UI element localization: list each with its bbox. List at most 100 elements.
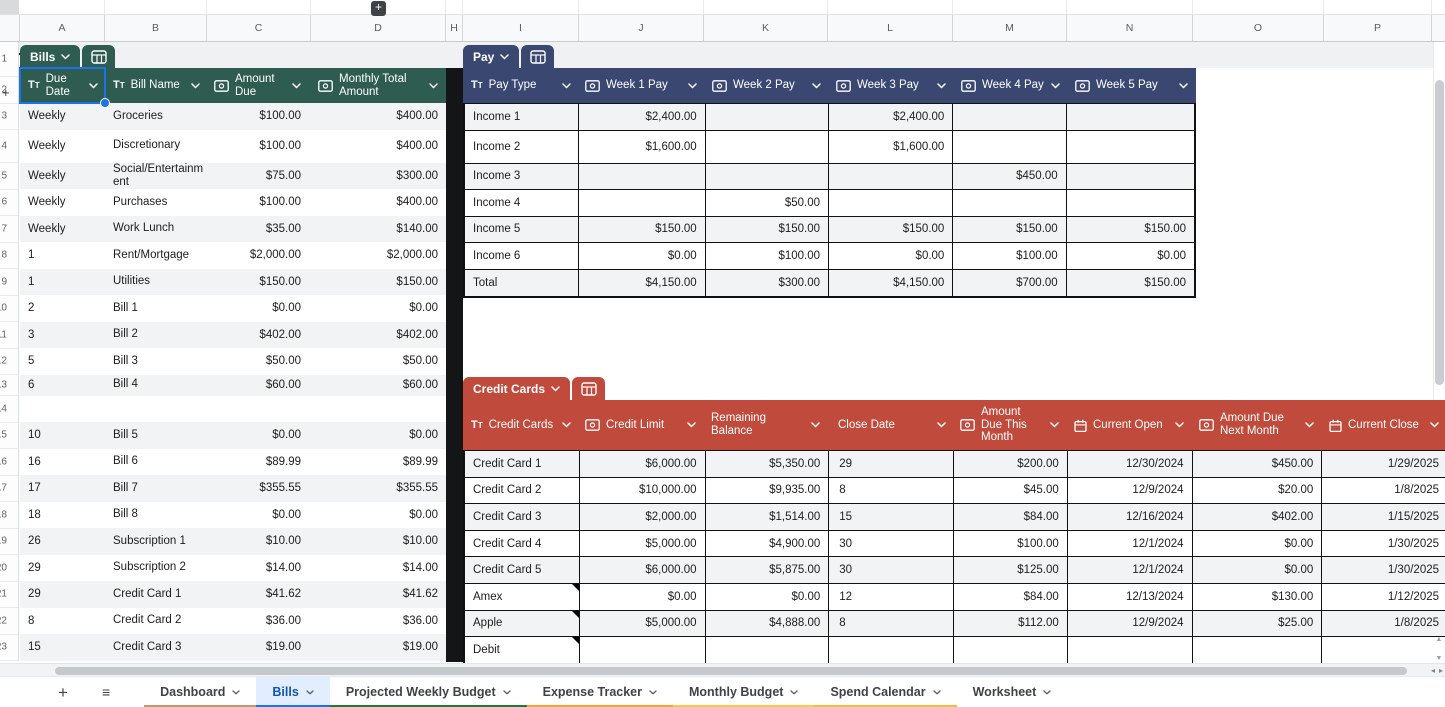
cell-bill-name[interactable]: Social/Entertainment	[105, 163, 207, 190]
cell-week4[interactable]: $100.00	[953, 243, 1066, 269]
cell-current-open[interactable]: 12/16/2024	[1068, 504, 1193, 530]
cell-card-name[interactable]: Credit Card 3	[465, 504, 580, 530]
cell-week4[interactable]: $150.00	[953, 217, 1066, 243]
cell-credit-limit[interactable]: $2,000.00	[580, 504, 706, 530]
cell-current-close[interactable]: 1/8/2025	[1322, 478, 1445, 504]
cell-current-open[interactable]: 12/9/2024	[1068, 611, 1193, 637]
column-header[interactable]: J	[579, 15, 704, 42]
cell-bill-name[interactable]: Credit Card 1	[105, 581, 207, 608]
cell-remaining-balance[interactable]: $0.00	[706, 584, 830, 610]
cell-amount-due[interactable]: $14.00	[207, 555, 311, 582]
chevron-down-icon[interactable]	[1305, 422, 1314, 428]
cell-monthly-total[interactable]: $400.00	[311, 189, 446, 216]
column-header[interactable]: M	[953, 15, 1067, 42]
cell-amount-due[interactable]: $355.55	[207, 475, 311, 502]
cell-amount-due[interactable]: $19.00	[207, 634, 311, 661]
cell-monthly-total[interactable]: $36.00	[311, 608, 446, 635]
column-header[interactable]: N	[1067, 15, 1193, 42]
cell-amount-due[interactable]	[207, 396, 311, 423]
cell-pay-type[interactable]: Income 3	[465, 164, 579, 190]
chevron-down-icon[interactable]	[937, 422, 946, 428]
cell-bill-name[interactable]: Groceries	[105, 103, 207, 130]
cell-amount-due[interactable]: $36.00	[207, 608, 311, 635]
chevron-down-icon[interactable]	[1051, 83, 1060, 89]
cell-close-date[interactable]: 29	[829, 451, 954, 477]
chevron-down-icon[interactable]	[649, 690, 657, 695]
cell-amount-due-this-month[interactable]: $45.00	[954, 478, 1068, 504]
cell-pay-type[interactable]: Income 5	[465, 217, 579, 243]
horizontal-scrollbar[interactable]: ◂▸	[0, 663, 1445, 676]
cell-week3[interactable]: $1,600.00	[829, 131, 953, 163]
chevron-down-icon[interactable]	[61, 54, 70, 60]
cell-current-close[interactable]	[1322, 637, 1445, 664]
cell-due-date[interactable]: 3	[20, 322, 105, 349]
cell-amount-due[interactable]: $89.99	[207, 449, 311, 476]
cell-amount-due[interactable]: $402.00	[207, 322, 311, 349]
cell-amount-due-next-month[interactable]: $20.00	[1193, 478, 1323, 504]
cell-amount-due[interactable]: $41.62	[207, 581, 311, 608]
chevron-down-icon[interactable]	[429, 83, 438, 89]
cell-due-date[interactable]: Weekly	[20, 103, 105, 130]
cell-pay-type[interactable]: Income 6	[465, 243, 579, 269]
credit-cards-table-chip[interactable]: Credit Cards	[463, 377, 605, 400]
cell-amount-due[interactable]: $50.00	[207, 348, 311, 375]
cell-amount-due[interactable]: $100.00	[207, 103, 311, 130]
add-row-icon[interactable]: +	[2, 85, 10, 100]
cell-amount-due-this-month[interactable]: $100.00	[954, 531, 1068, 557]
cell-monthly-total[interactable]: $0.00	[311, 295, 446, 322]
row-header[interactable]: 23	[0, 635, 18, 662]
cell-amount-due[interactable]: $150.00	[207, 269, 311, 296]
cell-amount-due[interactable]: $35.00	[207, 216, 311, 243]
cell-amount-due[interactable]: $100.00	[207, 189, 311, 216]
cell-current-close[interactable]: 1/8/2025	[1322, 611, 1445, 637]
chevron-down-icon[interactable]	[1175, 422, 1184, 428]
column-headers[interactable]: ABCDHIJKLMNOP	[0, 15, 1445, 42]
cell-week3[interactable]	[829, 190, 953, 216]
cell-week2[interactable]: $50.00	[706, 190, 829, 216]
cell-monthly-total[interactable]: $400.00	[311, 130, 446, 163]
all-sheets-menu-button[interactable]: ≡	[102, 685, 110, 699]
sheet-tab[interactable]: Worksheet	[957, 677, 1068, 707]
column-header[interactable]: B	[105, 15, 207, 42]
chevron-down-icon[interactable]	[292, 83, 301, 89]
cell-remaining-balance[interactable]: $1,514.00	[706, 504, 830, 530]
cell-monthly-total[interactable]: $60.00	[311, 375, 446, 396]
row-header[interactable]: 21	[0, 582, 18, 609]
cell-amount-due[interactable]: $0.00	[207, 422, 311, 449]
cell-pay-type[interactable]: Income 4	[465, 190, 579, 216]
cell-due-date[interactable]: Weekly	[20, 163, 105, 190]
cell-week4[interactable]: $700.00	[953, 270, 1066, 297]
cell-due-date[interactable]: 1	[20, 269, 105, 296]
cell-credit-limit[interactable]: $10,000.00	[580, 478, 706, 504]
cell-close-date[interactable]: 8	[829, 611, 954, 637]
column-header[interactable]: O	[1193, 15, 1324, 42]
chevron-down-icon[interactable]	[790, 690, 798, 695]
cell-week3[interactable]	[829, 164, 953, 190]
cell-monthly-total[interactable]: $14.00	[311, 555, 446, 582]
column-header[interactable]: I	[463, 15, 579, 42]
cell-bill-name[interactable]: Discretionary	[105, 130, 207, 163]
row-header[interactable]: 3	[0, 104, 18, 131]
cell-pay-type[interactable]: Income 1	[465, 104, 579, 130]
cell-bill-name[interactable]: Bill 6	[105, 449, 207, 476]
cell-week2[interactable]: $300.00	[706, 270, 829, 297]
column-header[interactable]: A	[20, 15, 105, 42]
cell-monthly-total[interactable]: $355.55	[311, 475, 446, 502]
cell-current-close[interactable]: 1/30/2025	[1322, 557, 1445, 583]
chevron-down-icon[interactable]	[937, 83, 946, 89]
chevron-down-icon[interactable]	[687, 422, 696, 428]
bills-col-due-date[interactable]: TT Due Date	[20, 68, 105, 103]
cell-monthly-total[interactable]: $150.00	[311, 269, 446, 296]
cell-remaining-balance[interactable]	[706, 637, 830, 664]
cell-amount-due-next-month[interactable]	[1193, 637, 1323, 664]
row-header[interactable]: 18	[0, 502, 18, 529]
cell-week5[interactable]: $150.00	[1067, 217, 1194, 243]
add-sheet-button[interactable]: +	[58, 684, 68, 701]
vertical-scrollbar-thumb[interactable]	[1435, 80, 1444, 385]
chevron-down-icon[interactable]	[1179, 83, 1188, 89]
cell-amount-due[interactable]: $0.00	[207, 502, 311, 529]
cell-card-name[interactable]: Amex	[465, 584, 580, 610]
credit-col-amount-due-next-month[interactable]: Amount Due Next Month	[1192, 400, 1322, 450]
cell-amount-due-this-month[interactable]: $84.00	[954, 584, 1068, 610]
cell-amount-due[interactable]: $100.00	[207, 130, 311, 163]
